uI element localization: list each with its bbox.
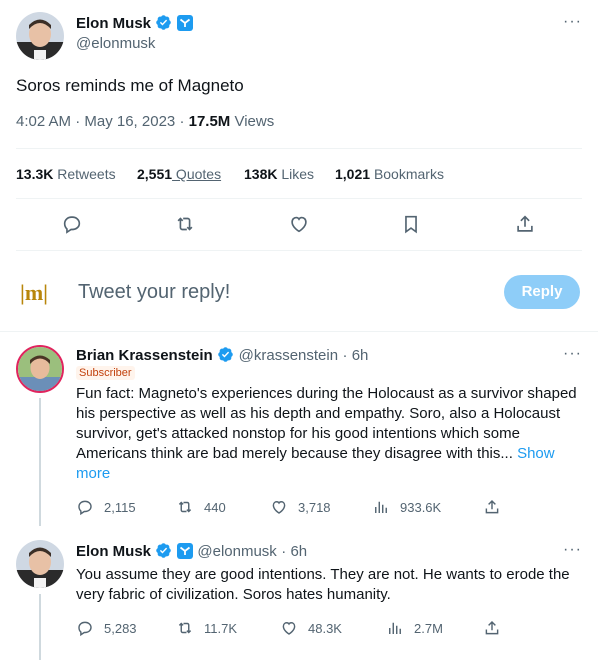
retweet-count: 11.7K (204, 620, 238, 636)
retweet-count: 440 (204, 499, 226, 515)
reply-icon (76, 498, 104, 516)
reply-header: Elon Musk @elonmusk · 6h (76, 542, 307, 564)
share-action[interactable] (483, 498, 511, 516)
reply-header: Brian Krassenstein @krassenstein · 6h (76, 346, 368, 368)
reply-count: 5,283 (104, 620, 137, 636)
views-icon (372, 498, 400, 516)
retweet-icon[interactable] (174, 213, 196, 235)
views-label: Views (234, 113, 275, 130)
reply-icon (76, 619, 104, 637)
like-icon (280, 619, 308, 637)
reply-input[interactable]: Tweet your reply! (78, 281, 230, 304)
reply-author-name[interactable]: Brian Krassenstein (76, 347, 213, 364)
subscriber-badge: Subscriber (76, 366, 135, 380)
like-count: 48.3K (308, 620, 342, 636)
reply-button[interactable]: Reply (504, 275, 580, 309)
bookmarks-count: 1,021 (335, 166, 371, 182)
like-action[interactable]: 3,718 (270, 498, 331, 516)
reply-icon[interactable] (61, 213, 83, 235)
author-name[interactable]: Elon Musk (76, 15, 151, 32)
more-options-icon[interactable]: ··· (563, 541, 582, 559)
quotes-stat[interactable]: 2,551 Quotes (137, 166, 221, 182)
reply-text-content: Fun fact: Magneto's experiences during t… (76, 385, 577, 462)
views-action[interactable]: 933.6K (372, 498, 441, 516)
verified-icon (155, 14, 172, 36)
bookmarks-stat[interactable]: 1,021 Bookmarks (335, 166, 444, 182)
reply-count: 2,115 (104, 499, 136, 515)
views-count: 17.5M (188, 113, 231, 130)
reply-author-avatar[interactable] (16, 540, 64, 588)
retweets-label: Retweets (57, 166, 116, 182)
views-count: 2.7M (414, 620, 443, 636)
views-icon (386, 619, 414, 637)
reply-author-handle[interactable]: @elonmusk (197, 543, 276, 560)
retweets-stat[interactable]: 13.3K Retweets (16, 166, 116, 182)
reply-action[interactable]: 5,283 (76, 619, 137, 637)
like-action[interactable]: 48.3K (280, 619, 342, 637)
author-avatar[interactable] (16, 12, 64, 60)
reply-author-name[interactable]: Elon Musk (76, 543, 151, 560)
more-options-icon[interactable]: ··· (563, 345, 582, 363)
reply-time[interactable]: 6h (352, 347, 369, 364)
retweet-action[interactable]: 440 (176, 498, 226, 516)
quotes-label: Quotes (172, 166, 222, 182)
likes-label: Likes (281, 166, 315, 182)
share-action[interactable] (483, 619, 511, 637)
reply-time[interactable]: 6h (290, 543, 307, 560)
tweet-text: Soros reminds me of Magneto (16, 76, 244, 95)
retweet-icon (176, 619, 204, 637)
like-count: 3,718 (298, 499, 331, 515)
tweet-meta: 4:02 AM · May 16, 2023 · 17.5M Views (16, 113, 275, 130)
views-count: 933.6K (400, 499, 442, 515)
share-icon (483, 619, 511, 637)
like-icon (270, 498, 298, 516)
bookmark-icon[interactable] (400, 213, 422, 235)
reply-text: Fun fact: Magneto's experiences during t… (76, 384, 586, 484)
author-name-row: Elon Musk (76, 14, 193, 36)
reply-author-avatar[interactable] (16, 345, 64, 393)
likes-stat[interactable]: 138K Likes (244, 166, 314, 182)
more-options-icon[interactable]: ··· (563, 13, 582, 31)
business-badge-icon (176, 15, 193, 36)
share-icon (483, 498, 511, 516)
retweet-icon (176, 498, 204, 516)
retweets-count: 13.3K (16, 166, 54, 182)
composer-avatar[interactable]: |m| (20, 280, 48, 306)
reply-action[interactable]: 2,115 (76, 498, 136, 516)
reply-text: You assume they are good intentions. The… (76, 566, 570, 603)
author-handle[interactable]: @elonmusk (76, 35, 155, 52)
retweet-action[interactable]: 11.7K (176, 619, 237, 637)
verified-icon (155, 542, 172, 564)
tweet-time[interactable]: 4:02 AM · May 16, 2023 (16, 113, 175, 130)
bookmarks-label: Bookmarks (373, 166, 444, 182)
business-badge-icon (176, 543, 193, 564)
like-icon[interactable] (288, 213, 310, 235)
reply-author-handle[interactable]: @krassenstein (239, 347, 338, 364)
quotes-count: 2,551 (137, 166, 173, 182)
likes-count: 138K (244, 166, 278, 182)
verified-icon (217, 346, 234, 368)
views-action[interactable]: 2.7M (386, 619, 443, 637)
share-icon[interactable] (514, 213, 536, 235)
